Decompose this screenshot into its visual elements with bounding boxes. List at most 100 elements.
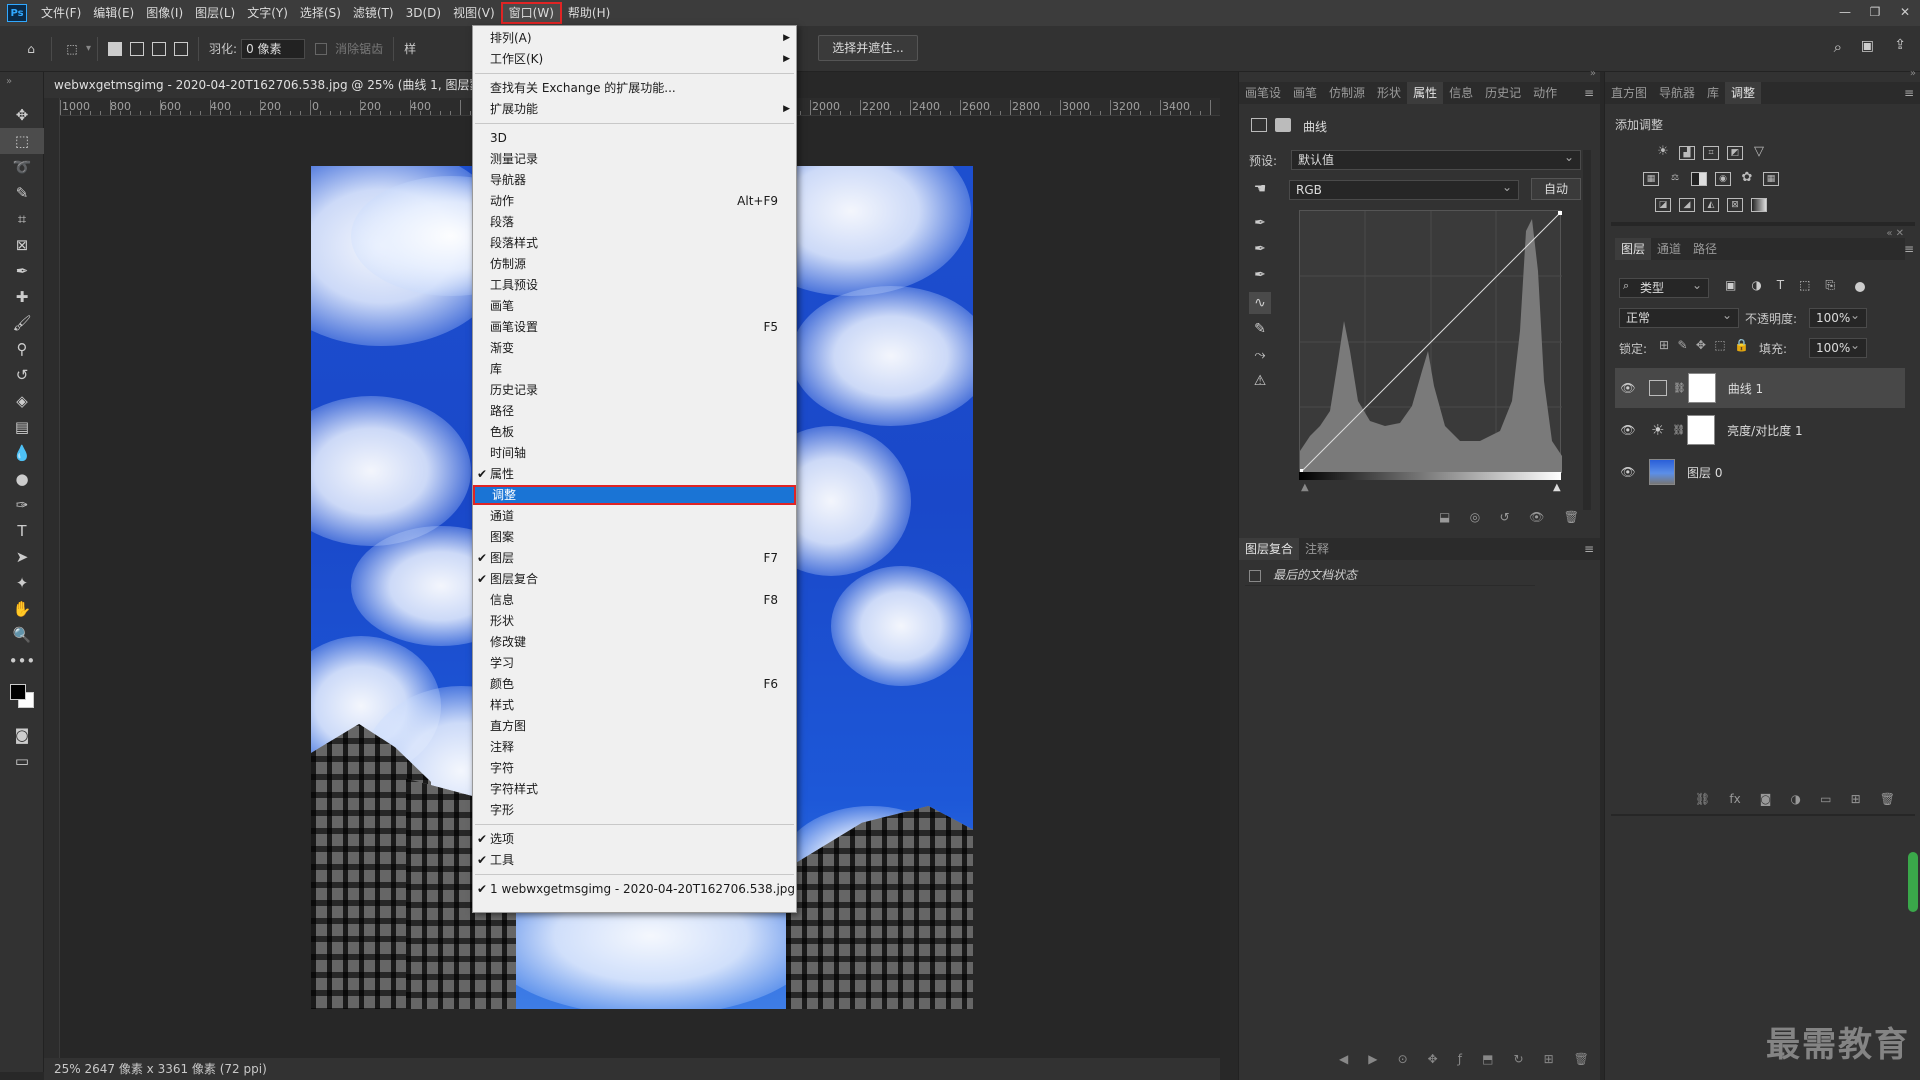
tab-paths[interactable]: 路径 <box>1687 238 1723 260</box>
white-point-eyedropper-icon[interactable]: ✒ <box>1249 264 1271 286</box>
menu-item-1[interactable]: 工作区(K) ▶ <box>473 49 796 69</box>
collapse-icon[interactable]: » <box>1590 68 1596 79</box>
shape-tool-icon[interactable]: ✦ <box>0 570 44 596</box>
pencil-draw-icon[interactable]: ✎ <box>1249 318 1271 340</box>
panel-menu-icon[interactable]: ≡ <box>1904 242 1914 256</box>
panel-menu-icon[interactable]: ≡ <box>1584 86 1594 100</box>
targeted-adjustment-icon[interactable]: ☚ <box>1249 178 1271 200</box>
share-icon[interactable]: ⇪ <box>1894 37 1906 53</box>
clipping-warning-icon[interactable]: ⚠ <box>1249 370 1271 392</box>
menu-item-14[interactable]: 画笔 <box>473 296 796 316</box>
menu-item-36[interactable]: 字符 <box>473 758 796 778</box>
menu-3d[interactable]: 3D(D) <box>400 2 447 24</box>
menu-item-7[interactable]: 测量记录 <box>473 149 796 169</box>
adjustment-filter-icon[interactable]: ◑ <box>1751 278 1761 298</box>
type-tool-icon[interactable]: T <box>0 518 44 544</box>
menu-item-15[interactable]: 画笔设置 F5 <box>473 317 796 337</box>
menu-item-23[interactable]: 调整 <box>473 485 796 505</box>
tab-histogram[interactable]: 直方图 <box>1605 82 1653 104</box>
menu-edit[interactable]: 编辑(E) <box>87 2 140 24</box>
blur-tool-icon[interactable]: 💧 <box>0 440 44 466</box>
select-and-mask-button[interactable]: 选择并遮住... <box>818 35 918 61</box>
menu-item-9[interactable]: 动作 Alt+F9 <box>473 191 796 211</box>
menu-item-8[interactable]: 导航器 <box>473 170 796 190</box>
update-position-icon[interactable]: ✥ <box>1428 1052 1438 1072</box>
menu-item-4[interactable]: 扩展功能 ▶ <box>473 99 796 119</box>
menu-item-6[interactable]: 3D <box>473 128 796 148</box>
shape-filter-icon[interactable]: ⬚ <box>1799 278 1810 298</box>
menu-window[interactable]: 窗口(W) <box>500 2 562 24</box>
home-icon[interactable]: ⌂ <box>20 38 42 60</box>
tab-notes[interactable]: 注释 <box>1299 538 1335 560</box>
tab-navigator[interactable]: 导航器 <box>1653 82 1701 104</box>
update-style-icon[interactable]: ƒ <box>1458 1052 1462 1072</box>
previous-icon[interactable]: ◀ <box>1339 1052 1348 1072</box>
search-icon[interactable]: ⌕ <box>1834 38 1842 56</box>
menu-item-27[interactable]: ✔ 图层复合 <box>473 569 796 589</box>
fx-icon[interactable]: fx <box>1729 792 1740 812</box>
feather-input[interactable]: 0 像素 <box>241 38 306 59</box>
screen-mode-icon[interactable]: ▭ <box>0 748 44 774</box>
menu-item-16[interactable]: 渐变 <box>473 338 796 358</box>
subtract-selection-icon[interactable] <box>152 41 167 56</box>
selective-color-icon[interactable]: ⊠ <box>1727 198 1743 212</box>
lock-all-icon[interactable]: 🔒 <box>1734 338 1749 352</box>
black-white-icon[interactable] <box>1691 172 1707 186</box>
layer-row[interactable]: 👁 ☀ ⛓ 亮度/对比度 1 <box>1615 410 1905 450</box>
layer-comp-item[interactable]: 最后的文档状态 <box>1245 564 1535 586</box>
pixel-filter-icon[interactable]: ▣ <box>1725 278 1736 298</box>
menu-item-41[interactable]: ✔ 工具 <box>473 850 796 870</box>
menu-item-0[interactable]: 排列(A) ▶ <box>473 28 796 48</box>
scroll-indicator[interactable] <box>1908 852 1918 912</box>
new-adjustment-icon[interactable]: ◑ <box>1791 792 1801 812</box>
history-brush-tool-icon[interactable]: ↺ <box>0 362 44 388</box>
tab-info[interactable]: 信息 <box>1443 82 1479 104</box>
menu-image[interactable]: 图像(I) <box>140 2 189 24</box>
update-selected-icon[interactable]: ⬒ <box>1482 1052 1493 1072</box>
layer-thumbnail[interactable] <box>1649 459 1675 485</box>
blend-mode-select[interactable]: 正常 <box>1619 306 1739 328</box>
gradient-map-icon[interactable] <box>1751 198 1767 212</box>
menu-item-28[interactable]: 信息 F8 <box>473 590 796 610</box>
link-layers-icon[interactable]: ⛓ <box>1695 792 1710 812</box>
path-select-tool-icon[interactable]: ➤ <box>0 544 44 570</box>
smart-object-filter-icon[interactable]: ⎘ <box>1825 278 1835 298</box>
scrollbar[interactable] <box>1583 150 1591 510</box>
channel-select[interactable]: RGB <box>1289 178 1519 200</box>
tab-clone-source[interactable]: 仿制源 <box>1323 82 1371 104</box>
view-previous-icon[interactable]: ◎ <box>1470 510 1480 530</box>
opacity-input[interactable]: 100% <box>1809 306 1867 328</box>
clip-to-layer-icon[interactable]: ⬓ <box>1439 510 1450 530</box>
layer-mask-thumbnail[interactable] <box>1687 373 1716 403</box>
exposure-icon[interactable]: ◩ <box>1727 146 1743 160</box>
mask-icon[interactable] <box>1275 118 1291 132</box>
menu-item-37[interactable]: 字符样式 <box>473 779 796 799</box>
update-icon[interactable]: ↻ <box>1513 1052 1523 1072</box>
channel-mixer-icon[interactable]: ✿ <box>1739 171 1755 186</box>
antialias-checkbox[interactable] <box>315 42 328 55</box>
tab-brush-settings[interactable]: 画笔设 <box>1239 82 1287 104</box>
marquee-preset-icon[interactable]: ⬚ <box>61 38 83 60</box>
menu-item-17[interactable]: 库 <box>473 359 796 379</box>
add-selection-icon[interactable] <box>130 41 145 56</box>
new-layer-icon[interactable]: ⊞ <box>1851 792 1861 812</box>
frame-tool-icon[interactable]: ⊠ <box>0 232 44 258</box>
lock-image-icon[interactable]: ✎ <box>1677 338 1687 352</box>
panel-menu-icon[interactable]: ≡ <box>1904 86 1914 100</box>
next-icon[interactable]: ▶ <box>1368 1052 1377 1072</box>
tab-layers[interactable]: 图层 <box>1615 238 1652 260</box>
delete-layer-icon[interactable]: 🗑 <box>1880 792 1895 812</box>
lock-artboard-icon[interactable]: ⬚ <box>1714 338 1725 352</box>
menu-select[interactable]: 选择(S) <box>294 2 347 24</box>
auto-button[interactable]: 自动 <box>1531 178 1581 200</box>
color-lookup-icon[interactable]: ▦ <box>1763 172 1779 186</box>
brightness-icon[interactable]: ☀ <box>1655 145 1671 160</box>
tab-libraries[interactable]: 库 <box>1701 82 1725 104</box>
hand-tool-icon[interactable]: ✋ <box>0 596 44 622</box>
restore-icon[interactable]: ❐ <box>1860 0 1890 24</box>
healing-tool-icon[interactable]: ✚ <box>0 284 44 310</box>
new-group-icon[interactable]: ▭ <box>1820 792 1831 812</box>
lock-transparent-icon[interactable]: ⊞ <box>1659 338 1669 352</box>
tab-actions[interactable]: 动作 <box>1527 82 1563 104</box>
menu-item-29[interactable]: 形状 <box>473 611 796 631</box>
